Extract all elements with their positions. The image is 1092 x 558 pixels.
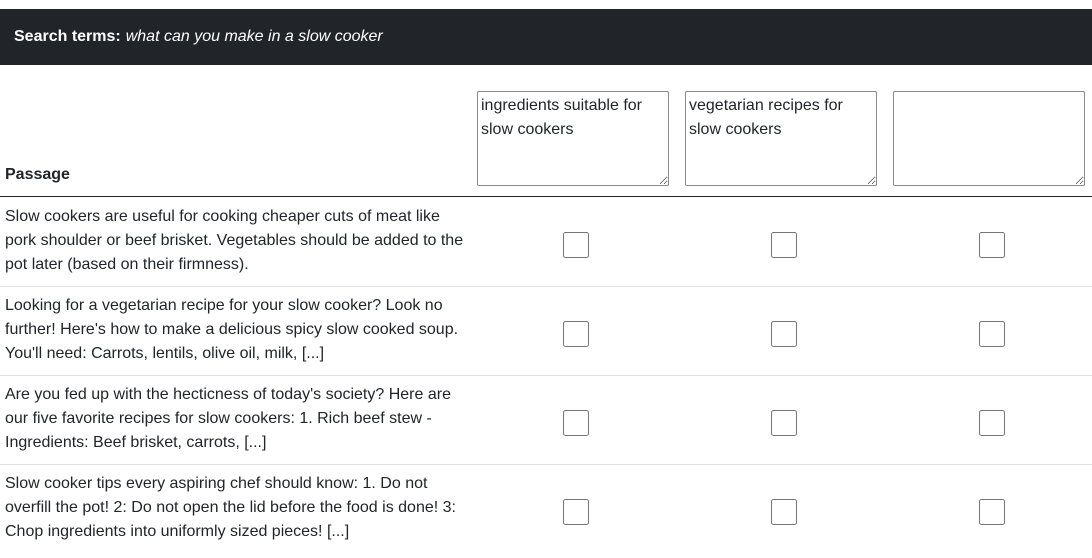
search-terms-label: Search terms: — [14, 28, 121, 45]
relevance-checkbox-q2[interactable] — [771, 321, 797, 347]
table-row: Slow cookers are useful for cooking chea… — [0, 197, 1092, 287]
relevance-checkbox-q2[interactable] — [771, 232, 797, 258]
passage-text: Looking for a vegetarian recipe for your… — [5, 297, 459, 362]
relevance-checkbox-q2[interactable] — [771, 410, 797, 436]
relevance-checkbox-q1[interactable] — [563, 232, 589, 258]
relevance-checkbox-q3[interactable] — [979, 499, 1005, 525]
passage-column-header: Passage — [5, 166, 70, 183]
passage-text: Slow cooker tips every aspiring chef sho… — [5, 475, 456, 540]
relevance-checkbox-q3[interactable] — [979, 232, 1005, 258]
relevance-checkbox-q1[interactable] — [563, 321, 589, 347]
search-terms-bar: Search terms: what can you make in a slo… — [0, 9, 1092, 65]
relevance-checkbox-q3[interactable] — [979, 410, 1005, 436]
relevance-checkbox-q1[interactable] — [563, 410, 589, 436]
query-field-2[interactable]: vegetarian recipes for slow cookers — [685, 91, 877, 186]
query-field-1[interactable]: ingredients suitable for slow cookers — [477, 91, 669, 186]
table-header: Passage ingredients suitable for slow co… — [0, 65, 1092, 197]
search-query-text: what can you make in a slow cooker — [125, 28, 383, 45]
query-field-3[interactable] — [893, 91, 1085, 186]
passage-text: Are you fed up with the hecticness of to… — [5, 386, 451, 451]
relevance-checkbox-q1[interactable] — [563, 499, 589, 525]
table-row: Slow cooker tips every aspiring chef sho… — [0, 464, 1092, 553]
table-row: Looking for a vegetarian recipe for your… — [0, 286, 1092, 376]
relevance-checkbox-q3[interactable] — [979, 321, 1005, 347]
passage-text: Slow cookers are useful for cooking chea… — [5, 208, 464, 273]
table-row: Are you fed up with the hecticness of to… — [0, 375, 1092, 465]
relevance-checkbox-q2[interactable] — [771, 499, 797, 525]
